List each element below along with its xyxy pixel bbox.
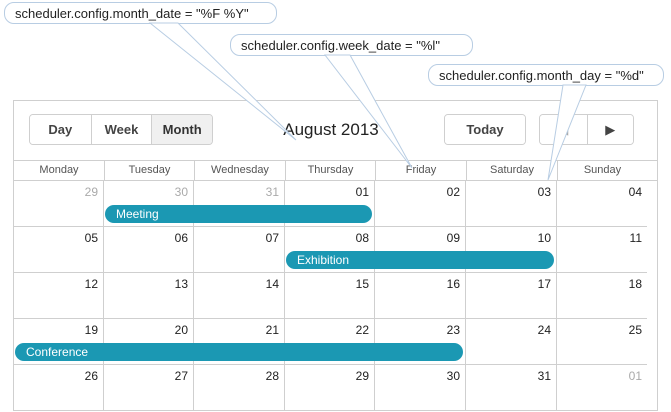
day-number: 03 [537,185,551,199]
day-number: 18 [628,277,642,291]
day-number: 10 [537,231,551,245]
day-header-row: Monday Tuesday Wednesday Thursday Friday… [14,160,657,181]
day-number: 25 [628,323,642,337]
tab-month[interactable]: Month [151,115,212,144]
callout-week-date: scheduler.config.week_date = "%l" [230,34,473,56]
next-button[interactable]: ▶ [586,115,633,144]
day-cell[interactable]: 31 [466,365,557,410]
chevron-right-icon: ▶ [605,121,616,137]
day-number: 22 [355,323,369,337]
day-number: 16 [446,277,460,291]
day-number: 29 [355,369,369,383]
day-header: Friday [375,161,466,180]
day-number: 27 [174,369,188,383]
day-header: Monday [39,164,79,176]
day-cell[interactable]: 04 [557,181,647,227]
prev-button[interactable]: ◀ [540,115,587,144]
tab-day[interactable]: Day [30,115,91,144]
today-button[interactable]: Today [445,115,525,144]
day-number: 01 [628,369,642,383]
day-number: 17 [537,277,551,291]
day-number: 19 [84,323,98,337]
day-header: Saturday [466,161,557,180]
day-cell[interactable]: 15 [285,273,375,319]
day-cell[interactable]: 30 [375,365,466,410]
day-number: 15 [355,277,369,291]
day-cell[interactable]: 01 [557,365,647,410]
day-number: 26 [84,369,98,383]
callout-month-day: scheduler.config.month_day = "%d" [428,64,664,86]
day-number: 28 [265,369,279,383]
day-number: 09 [446,231,460,245]
day-number: 29 [84,185,98,199]
day-number: 31 [537,369,551,383]
day-cell[interactable]: 11 [557,227,647,273]
day-cell[interactable]: 27 [104,365,194,410]
day-cell[interactable]: 13 [104,273,194,319]
day-cell[interactable]: 02 [375,181,466,227]
day-number: 30 [174,185,188,199]
view-tabs: Day Week Month [29,114,213,145]
day-cell[interactable]: 28 [194,365,285,410]
day-cell[interactable]: 29 [14,181,104,227]
day-number: 02 [446,185,460,199]
day-number: 06 [174,231,188,245]
day-number: 11 [629,231,642,245]
tab-week[interactable]: Week [90,115,152,144]
day-number: 24 [537,323,551,337]
date-title: August 2013 [283,120,379,139]
day-cell[interactable]: 24 [466,319,557,365]
day-cell[interactable]: 05 [14,227,104,273]
day-cell[interactable]: 12 [14,273,104,319]
event-exhibition[interactable]: Exhibition [286,251,554,269]
day-number: 08 [355,231,369,245]
day-number: 23 [446,323,460,337]
day-number: 21 [265,323,279,337]
scheduler: Day Week Month August 2013 Today ◀ ▶ Mon… [13,100,658,411]
day-header: Sunday [557,161,647,180]
day-cell[interactable]: 29 [285,365,375,410]
day-cell[interactable]: 26 [14,365,104,410]
callout-month-date: scheduler.config.month_date = "%F %Y" [4,2,277,24]
event-conference[interactable]: Conference [15,343,463,361]
arrow-group: ◀ ▶ [539,114,634,145]
day-header: Tuesday [104,161,194,180]
day-cell[interactable]: 25 [557,319,647,365]
day-cell[interactable]: 18 [557,273,647,319]
day-cell[interactable]: 03 [466,181,557,227]
day-cell[interactable]: 17 [466,273,557,319]
day-cell[interactable]: 07 [194,227,285,273]
day-number: 20 [174,323,188,337]
day-number: 30 [446,369,460,383]
day-cell[interactable]: 16 [375,273,466,319]
day-number: 05 [84,231,98,245]
day-number: 13 [174,277,188,291]
day-cell[interactable]: 06 [104,227,194,273]
day-cell[interactable]: 14 [194,273,285,319]
day-number: 14 [265,277,279,291]
day-number: 07 [265,231,279,245]
event-meeting[interactable]: Meeting [105,205,372,223]
day-number: 12 [84,277,98,291]
day-number: 04 [628,185,642,199]
day-number: 01 [355,185,369,199]
today-group: Today [444,114,526,145]
day-header: Wednesday [194,161,285,180]
chevron-left-icon: ◀ [558,121,569,137]
day-number: 31 [265,185,279,199]
day-header: Thursday [285,161,375,180]
